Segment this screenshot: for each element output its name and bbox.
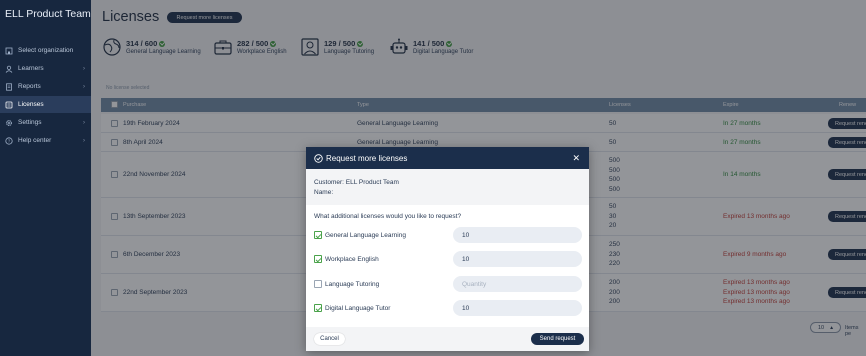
- option-checkbox[interactable]: [314, 280, 322, 288]
- brand-title: ELL Product Team: [5, 8, 91, 20]
- quantity-input[interactable]: [453, 276, 582, 292]
- chevron-right-icon: ›: [83, 65, 85, 72]
- option-language-tutoring: Language Tutoring: [314, 276, 582, 292]
- sidebar: ELL Product Team Select organization Lea…: [0, 0, 91, 356]
- quantity-input[interactable]: [453, 300, 582, 316]
- sidebar-item-label: Licenses: [18, 101, 44, 108]
- option-label: Workplace English: [325, 255, 379, 263]
- sidebar-item-label: Help center: [18, 137, 52, 144]
- user-icon: [5, 65, 13, 73]
- chevron-right-icon: ›: [83, 119, 85, 126]
- report-icon: [5, 82, 13, 91]
- request-licenses-modal: Request more licenses ✕ Customer: ELL Pr…: [306, 147, 589, 351]
- gear-icon: [5, 119, 13, 127]
- option-checkbox[interactable]: [314, 255, 322, 263]
- customer-text: Customer: ELL Product Team: [314, 179, 399, 186]
- sidebar-item-reports[interactable]: Reports ›: [0, 78, 91, 95]
- chevron-right-icon: ›: [83, 137, 85, 144]
- badge-icon: [314, 153, 323, 163]
- option-label: General Language Learning: [325, 231, 406, 239]
- modal-title: Request more licenses: [326, 153, 408, 163]
- sidebar-item-help-center[interactable]: ? Help center ›: [0, 132, 91, 149]
- sidebar-item-learners[interactable]: Learners ›: [0, 60, 91, 77]
- modal-footer: Cancel Send request: [306, 327, 589, 351]
- option-label: Language Tutoring: [325, 280, 380, 288]
- sidebar-item-settings[interactable]: Settings ›: [0, 114, 91, 131]
- name-text: Name:: [314, 188, 334, 196]
- building-icon: [5, 47, 13, 55]
- option-digital-language-tutor: Digital Language Tutor: [314, 300, 582, 316]
- help-icon: ?: [5, 136, 13, 145]
- sidebar-item-select-organization[interactable]: Select organization: [0, 42, 91, 59]
- modal-customer-info: Customer: ELL Product Team Name:: [306, 169, 589, 205]
- option-checkbox[interactable]: [314, 231, 322, 239]
- modal-question: What additional licenses would you like …: [314, 213, 462, 220]
- quantity-input[interactable]: [453, 251, 582, 267]
- license-icon: [5, 101, 13, 109]
- sidebar-item-label: Reports: [18, 83, 41, 90]
- quantity-input[interactable]: [453, 227, 582, 243]
- send-request-button[interactable]: Send request: [531, 333, 584, 345]
- sidebar-item-label: Select organization: [18, 47, 74, 54]
- cancel-button[interactable]: Cancel: [314, 333, 345, 345]
- option-checkbox[interactable]: [314, 304, 322, 312]
- svg-text:?: ?: [8, 138, 11, 143]
- option-general-language-learning: General Language Learning: [314, 227, 582, 243]
- sidebar-item-label: Settings: [18, 119, 42, 126]
- modal-header: Request more licenses ✕: [306, 147, 589, 169]
- chevron-right-icon: ›: [83, 83, 85, 90]
- sidebar-item-label: Learners: [18, 65, 44, 72]
- close-icon[interactable]: ✕: [572, 153, 580, 164]
- sidebar-item-licenses[interactable]: Licenses: [0, 96, 91, 113]
- option-label: Digital Language Tutor: [325, 304, 391, 312]
- option-workplace-english: Workplace English: [314, 251, 582, 267]
